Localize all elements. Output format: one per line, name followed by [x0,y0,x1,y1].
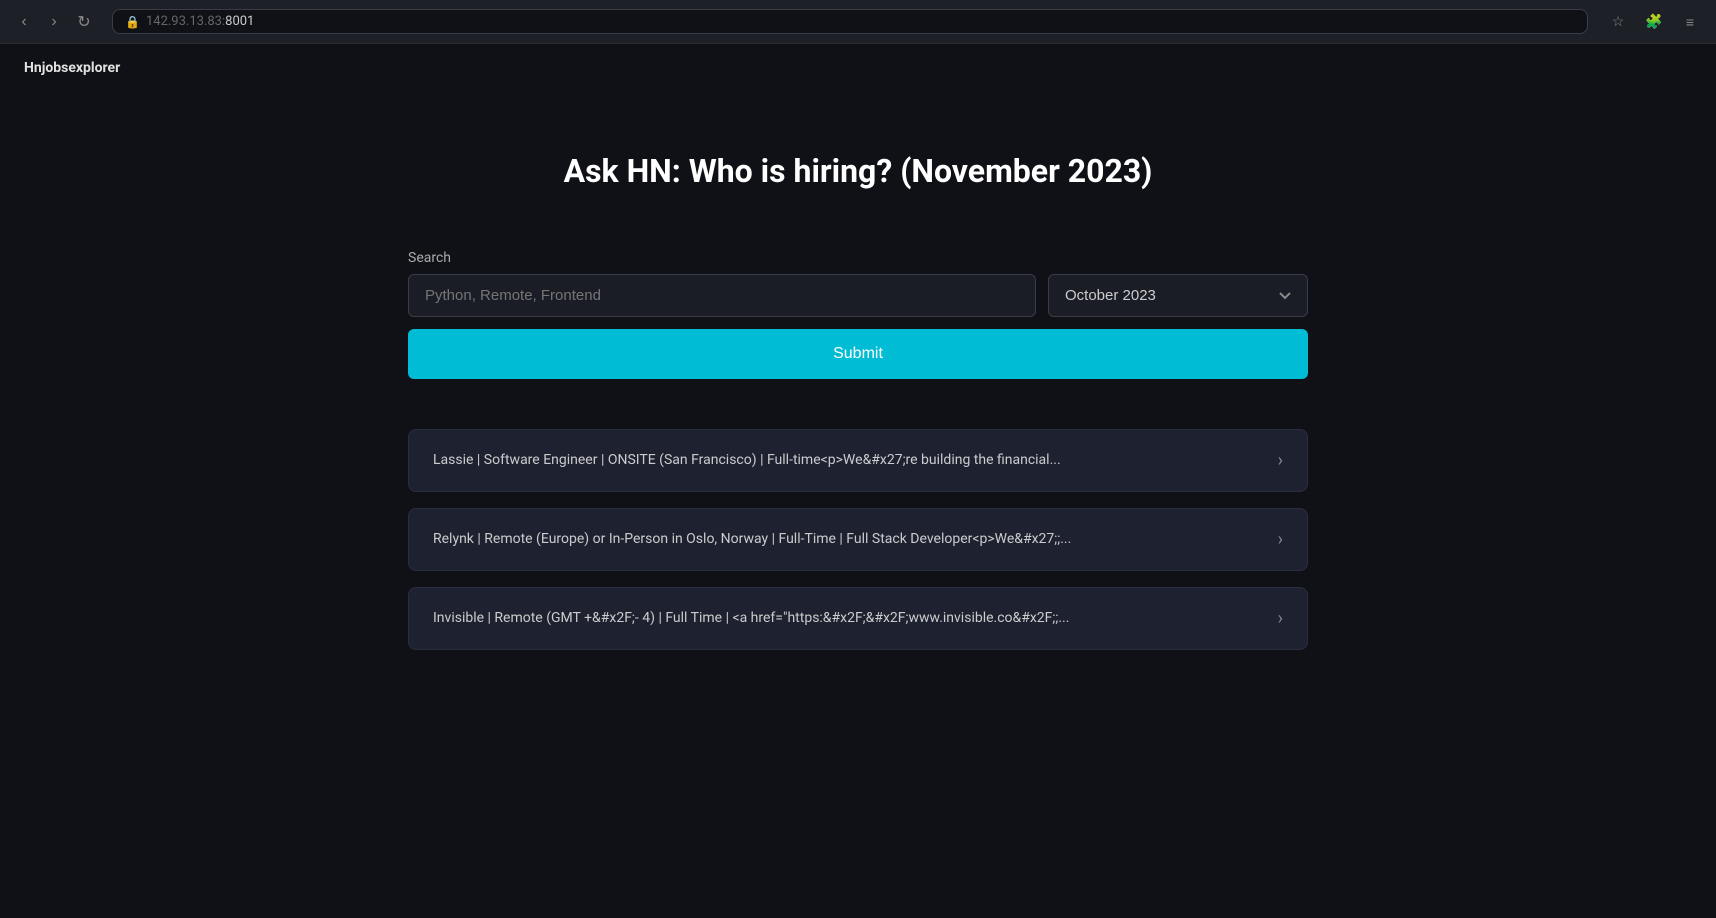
bookmark-button[interactable]: ☆ [1604,8,1632,36]
results-section: Lassie | Software Engineer | ONSITE (San… [408,429,1308,650]
menu-button[interactable]: ≡ [1676,8,1704,36]
forward-button[interactable]: › [42,10,66,34]
submit-button[interactable]: Submit [408,329,1308,379]
job-item[interactable]: Invisible | Remote (GMT +&#x2F;- 4) | Fu… [408,587,1308,650]
chevron-right-icon: › [1278,608,1283,629]
search-label: Search [408,250,1308,266]
browser-chrome: ‹ › ↻ 🔒 142.93.13.83:8001 ☆ 🧩 ≡ [0,0,1716,44]
page-title: Ask HN: Who is hiring? (November 2023) [564,152,1153,190]
back-button[interactable]: ‹ [12,10,36,34]
extensions-button[interactable]: 🧩 [1640,8,1668,36]
search-controls: October 2023 November 2023 September 202… [408,274,1308,317]
reload-button[interactable]: ↻ [72,10,96,34]
job-text: Relynk | Remote (Europe) or In-Person in… [433,530,1071,550]
chevron-right-icon: › [1278,529,1283,550]
address-bar-url: 142.93.13.83:8001 [146,14,254,29]
job-text: Lassie | Software Engineer | ONSITE (San… [433,451,1061,471]
app-header: Hnjobsexplorer [0,44,1716,92]
search-section: Search October 2023 November 2023 Septem… [408,250,1308,379]
month-select[interactable]: October 2023 November 2023 September 202… [1048,274,1308,317]
search-input[interactable] [408,274,1036,317]
job-text: Invisible | Remote (GMT +&#x2F;- 4) | Fu… [433,609,1069,629]
job-item[interactable]: Lassie | Software Engineer | ONSITE (San… [408,429,1308,492]
security-icon: 🔒 [125,15,140,29]
app-logo: Hnjobsexplorer [24,60,1692,76]
main-content: Ask HN: Who is hiring? (November 2023) S… [0,92,1716,690]
chevron-right-icon: › [1278,450,1283,471]
job-item[interactable]: Relynk | Remote (Europe) or In-Person in… [408,508,1308,571]
nav-buttons: ‹ › ↻ [12,10,96,34]
address-bar[interactable]: 🔒 142.93.13.83:8001 [112,9,1588,34]
